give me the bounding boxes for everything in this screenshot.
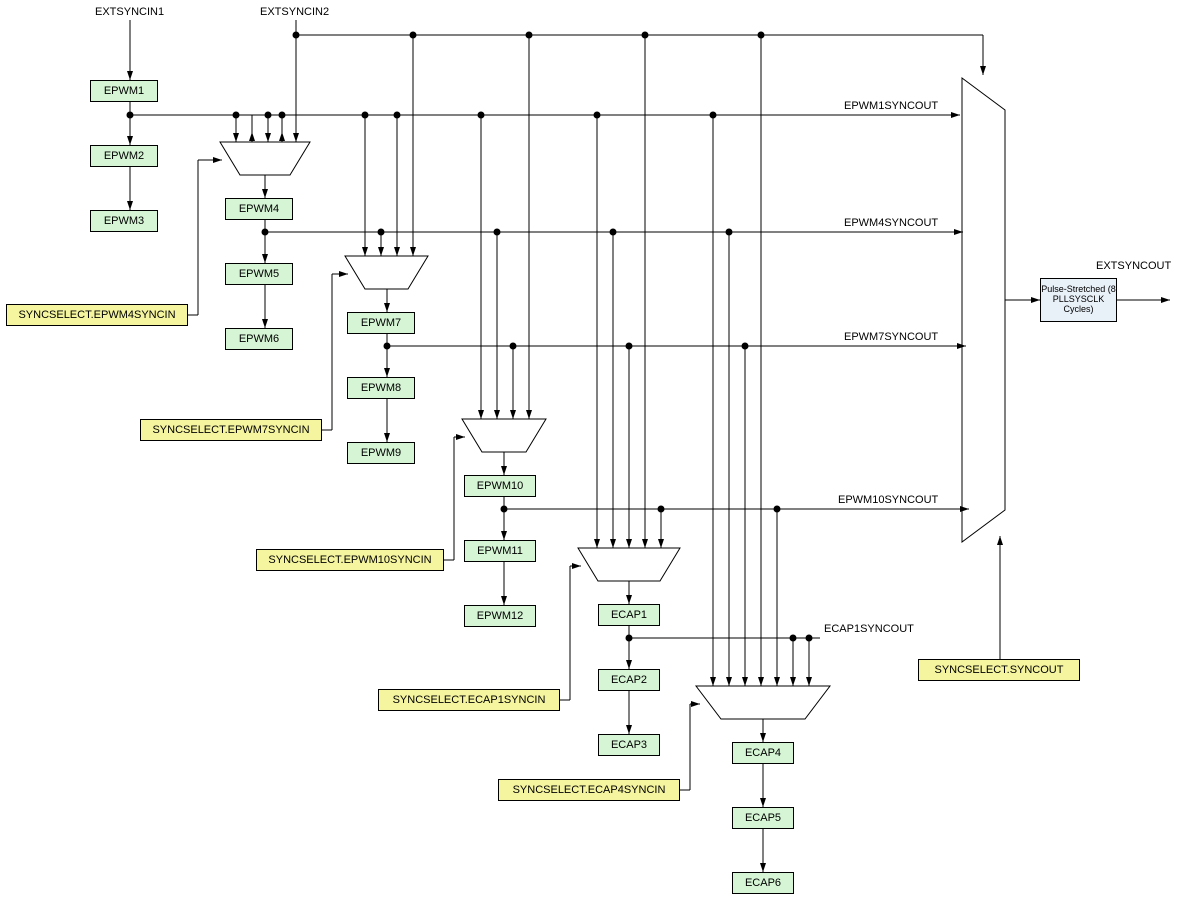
block-sel-epwm4: SYNCSELECT.EPWM4SYNCIN — [6, 304, 188, 326]
block-sel-epwm7: SYNCSELECT.EPWM7SYNCIN — [140, 419, 322, 441]
label-extsyncin2: EXTSYNCIN2 — [260, 6, 329, 18]
block-ecap6: ECAP6 — [732, 872, 794, 894]
label-epwm10syncout: EPWM10SYNCOUT — [838, 494, 938, 506]
label-epwm4syncout: EPWM4SYNCOUT — [844, 217, 938, 229]
block-sel-ecap1: SYNCSELECT.ECAP1SYNCIN — [378, 689, 560, 711]
block-epwm4: EPWM4 — [225, 198, 293, 220]
block-sel-syncout: SYNCSELECT.SYNCOUT — [918, 659, 1080, 681]
block-ecap5: ECAP5 — [732, 807, 794, 829]
block-epwm7: EPWM7 — [347, 312, 415, 334]
diagram-canvas — [0, 0, 1185, 907]
block-ecap3: ECAP3 — [598, 734, 660, 756]
block-sel-ecap4: SYNCSELECT.ECAP4SYNCIN — [498, 779, 680, 801]
label-epwm1syncout: EPWM1SYNCOUT — [844, 100, 938, 112]
label-extsyncin1: EXTSYNCIN1 — [95, 6, 164, 18]
block-epwm6: EPWM6 — [225, 328, 293, 350]
block-ecap4: ECAP4 — [732, 742, 794, 764]
block-epwm2: EPWM2 — [90, 145, 158, 167]
block-epwm8: EPWM8 — [347, 377, 415, 399]
block-epwm5: EPWM5 — [225, 263, 293, 285]
block-epwm10: EPWM10 — [464, 475, 536, 497]
block-epwm11: EPWM11 — [464, 540, 536, 562]
block-pulse-stretched: Pulse-Stretched (8 PLLSYSCLK Cycles) — [1040, 278, 1117, 322]
block-ecap1: ECAP1 — [598, 604, 660, 626]
block-ecap2: ECAP2 — [598, 669, 660, 691]
label-ecap1syncout: ECAP1SYNCOUT — [824, 623, 914, 635]
block-epwm9: EPWM9 — [347, 442, 415, 464]
block-epwm1: EPWM1 — [90, 80, 158, 102]
label-epwm7syncout: EPWM7SYNCOUT — [844, 331, 938, 343]
label-extsyncout: EXTSYNCOUT — [1096, 260, 1171, 272]
block-epwm12: EPWM12 — [464, 605, 536, 627]
block-epwm3: EPWM3 — [90, 210, 158, 232]
block-sel-epwm10: SYNCSELECT.EPWM10SYNCIN — [256, 549, 444, 571]
